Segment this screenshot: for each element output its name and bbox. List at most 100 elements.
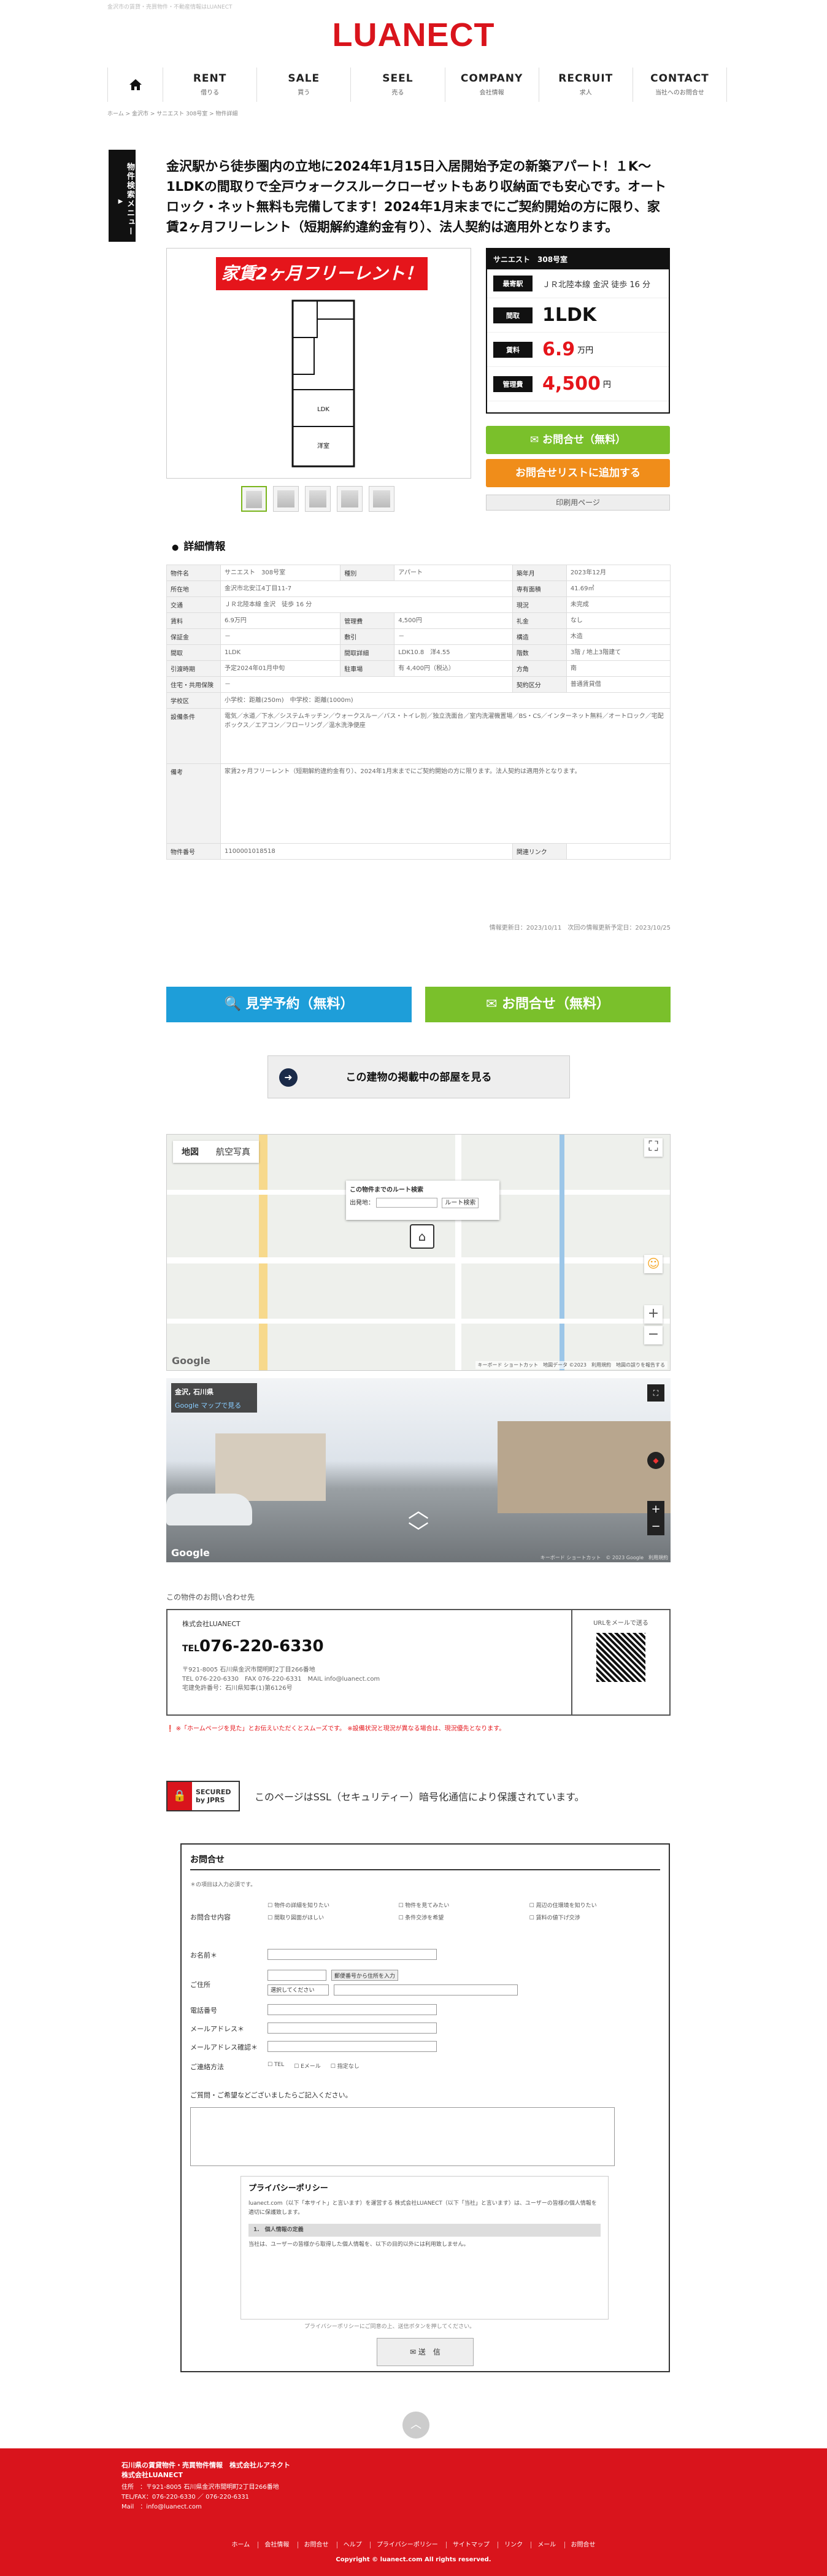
spec-label: 方角 xyxy=(512,660,567,677)
phone-number[interactable]: TEL076-220-6330 xyxy=(182,1637,324,1656)
checkbox[interactable]: 物件の詳細を知りたい xyxy=(267,1901,398,1909)
nav-contact[interactable]: CONTACT 当社へのお問合せ xyxy=(633,67,728,102)
qr-code-box[interactable]: URLをメールで送る xyxy=(571,1610,669,1714)
footer-link[interactable]: お問合せ xyxy=(564,2542,602,2548)
property-pin-icon[interactable]: ⌂ xyxy=(410,1224,434,1249)
route-search-button[interactable]: ルート検索 xyxy=(442,1198,479,1208)
checkbox[interactable]: 周辺の住環境を知りたい xyxy=(529,1901,660,1909)
privacy-policy-box[interactable]: プライバシーポリシー luanect.com（以下「本サイト」と言います）を運営… xyxy=(240,2176,609,2320)
street-view[interactable]: 金沢, 石川県 Google マップで見る ︿ ﹀ ⛶ ◆ + − Google キ… xyxy=(166,1378,671,1562)
nav-company[interactable]: COMPANY 会社情報 xyxy=(445,67,539,102)
map-tab[interactable]: 地図 xyxy=(173,1141,207,1163)
name-input[interactable] xyxy=(267,1949,437,1960)
nav-sell[interactable]: SEEL 売る xyxy=(351,67,445,102)
qr-code xyxy=(596,1633,645,1682)
fullscreen-icon[interactable]: ⛶ xyxy=(647,1384,664,1402)
checkbox[interactable]: 指定なし xyxy=(331,2062,360,2070)
inquiry-content-label: お問合せ内容 xyxy=(190,1913,231,1921)
scroll-to-top-button[interactable]: ︿ xyxy=(402,2412,429,2439)
streetview-zoom-controls[interactable]: + − xyxy=(647,1501,664,1535)
address-input[interactable] xyxy=(334,1984,518,1996)
thumbnail[interactable] xyxy=(241,486,267,512)
free-comment-label: ご質問・ご希望などございましたらご記入ください。 xyxy=(190,2091,352,2099)
google-logo: Google xyxy=(171,1547,210,1559)
footer-link[interactable]: プライバシーポリシー xyxy=(369,2542,444,2548)
checkbox[interactable]: 物件を見てみたい xyxy=(398,1901,529,1909)
email-input[interactable] xyxy=(267,2023,437,2034)
zip-lookup-button[interactable]: 郵便番号から住所を入力 xyxy=(331,1970,399,1981)
footer-link[interactable]: 会社情報 xyxy=(258,2542,296,2548)
nav-sale[interactable]: SALE 買う xyxy=(257,67,352,102)
nav-home[interactable] xyxy=(108,67,163,102)
footer-link[interactable]: メール xyxy=(531,2542,563,2548)
qr-caption: URLをメールで送る xyxy=(593,1620,648,1627)
breadcrumb[interactable]: ホーム > 金沢市 > サニエスト 308号室 > 物件詳細 xyxy=(107,109,238,117)
property-search-menu-tab[interactable]: 物件検索メニュー ▶ xyxy=(109,150,136,242)
checkbox[interactable]: Eメール xyxy=(294,2062,321,2070)
nav-recruit[interactable]: RECRUIT 求人 xyxy=(539,67,633,102)
alert-icon: ❗ xyxy=(166,1726,176,1732)
select-placeholder: 選択してください xyxy=(271,1988,315,1994)
add-to-list-button[interactable]: お問合せリストに追加する xyxy=(486,459,670,487)
ssl-seal: 🔒 SECURED by JPRS このページはSSL（セキュリティー）暗号化通信… xyxy=(166,1781,585,1811)
cta-label: お問合せ（無料） xyxy=(502,997,610,1012)
satellite-tab[interactable]: 航空写真 xyxy=(207,1141,259,1163)
footer-link[interactable]: ホーム xyxy=(225,2542,256,2548)
nav-sublabel: 買う xyxy=(298,90,310,96)
spec-label: 現況 xyxy=(512,596,567,613)
zoom-out-button[interactable]: − xyxy=(644,1326,663,1344)
footer-mail[interactable]: Mail ：info@luanect.com xyxy=(121,2502,279,2512)
google-map[interactable]: 地図 航空写真 この物件までのルート検索 出発地： ルート検索 ⌂ ⛶ ☺ + … xyxy=(166,1134,671,1371)
compass-icon[interactable]: ◆ xyxy=(647,1452,664,1469)
inquiry-button[interactable]: ✉ お問合せ（無料） xyxy=(486,426,670,454)
jprs-ssl-badge[interactable]: 🔒 SECURED by JPRS xyxy=(166,1781,240,1811)
main-property-image[interactable]: 家賃2ヶ月フリーレント！ LDK 洋室 xyxy=(166,248,471,479)
nav-label: CONTACT xyxy=(650,72,709,85)
footer-link[interactable]: リンク xyxy=(498,2542,529,2548)
footer-link[interactable]: サイトマップ xyxy=(445,2542,496,2548)
contact-card: 株式会社LUANECT TEL076-220-6330 〒921-8005 石川… xyxy=(166,1609,671,1716)
spec-value: 家賃2ヶ月フリーレント（短期解約違約金有り）、2024年1月末までにご契約開始の… xyxy=(220,763,671,844)
thumbnail[interactable] xyxy=(305,486,331,512)
send-button[interactable]: ✉ 送 信 xyxy=(377,2338,474,2366)
comment-textarea[interactable] xyxy=(190,2107,615,2166)
required-note: ＊の項目は入力必須です。 xyxy=(190,1882,256,1888)
property-name: サニエスト 308号室 xyxy=(487,249,669,269)
spec-label: 敷引 xyxy=(340,628,395,645)
spec-value: 41.69㎡ xyxy=(566,580,671,597)
inquiry-cta-button[interactable]: ✉ お問合せ（無料） xyxy=(425,987,671,1022)
site-logo[interactable]: LUANECT xyxy=(0,16,827,54)
spec-value: 予定2024年01月中旬 xyxy=(220,660,341,677)
visit-reservation-button[interactable]: 🔍 見学予約（無料） xyxy=(166,987,412,1022)
thumbnail[interactable] xyxy=(369,486,394,512)
view-rooms-button[interactable]: ➜ この建物の掲載中の部屋を見る xyxy=(267,1055,570,1098)
lock-icon: 🔒 xyxy=(167,1782,192,1810)
table-row: 学校区 小学校：距離(250m) 中学校：距離(1000m) xyxy=(166,692,671,709)
checkbox[interactable]: 条件交渉を希望 xyxy=(398,1913,529,1921)
route-from-input[interactable] xyxy=(376,1198,438,1208)
checkbox[interactable]: 間取り図面がほしい xyxy=(267,1913,398,1921)
pegman-icon[interactable]: ☺ xyxy=(644,1255,663,1273)
checkbox[interactable]: 賃料の値下げ交渉 xyxy=(529,1913,660,1921)
print-page-button[interactable]: 印刷用ページ xyxy=(486,495,670,511)
footer-link[interactable]: ヘルプ xyxy=(336,2542,368,2548)
thumbnail[interactable] xyxy=(337,486,363,512)
open-in-maps-link[interactable]: Google マップで見る xyxy=(175,1400,253,1410)
prefecture-select[interactable]: 選択してください xyxy=(267,1984,329,1996)
spec-value: 金沢市北安江4丁目11-7 xyxy=(220,580,513,597)
thumbnail[interactable] xyxy=(273,486,299,512)
nav-rent[interactable]: RENT 借りる xyxy=(163,67,258,102)
inquiry-content-checkboxes: 物件の詳細を知りたい 物件を見てみたい 周辺の住環境を知りたい 間取り図面がほし… xyxy=(267,1901,660,1921)
footer-link[interactable]: お問合せ xyxy=(297,2542,335,2548)
streetview-navigation-arrows[interactable]: ︿ ﹀ xyxy=(394,1500,443,1544)
svg-text:LDK: LDK xyxy=(317,406,329,413)
map-attribution[interactable]: キーボード ショートカット 地図データ ©2023 利用規約 地図の誤りを報告す… xyxy=(475,1361,667,1369)
fullscreen-icon[interactable]: ⛶ xyxy=(644,1138,663,1157)
tel-input[interactable] xyxy=(267,2004,437,2015)
checkbox[interactable]: TEL xyxy=(267,2062,284,2070)
streetview-attribution[interactable]: キーボード ショートカット © 2023 Google 利用規約 xyxy=(540,1554,668,1561)
mail-icon: ✉ xyxy=(410,2348,418,2356)
zip-input[interactable] xyxy=(267,1970,326,1981)
email-confirm-input[interactable] xyxy=(267,2041,437,2052)
zoom-in-button[interactable]: + xyxy=(644,1305,663,1324)
